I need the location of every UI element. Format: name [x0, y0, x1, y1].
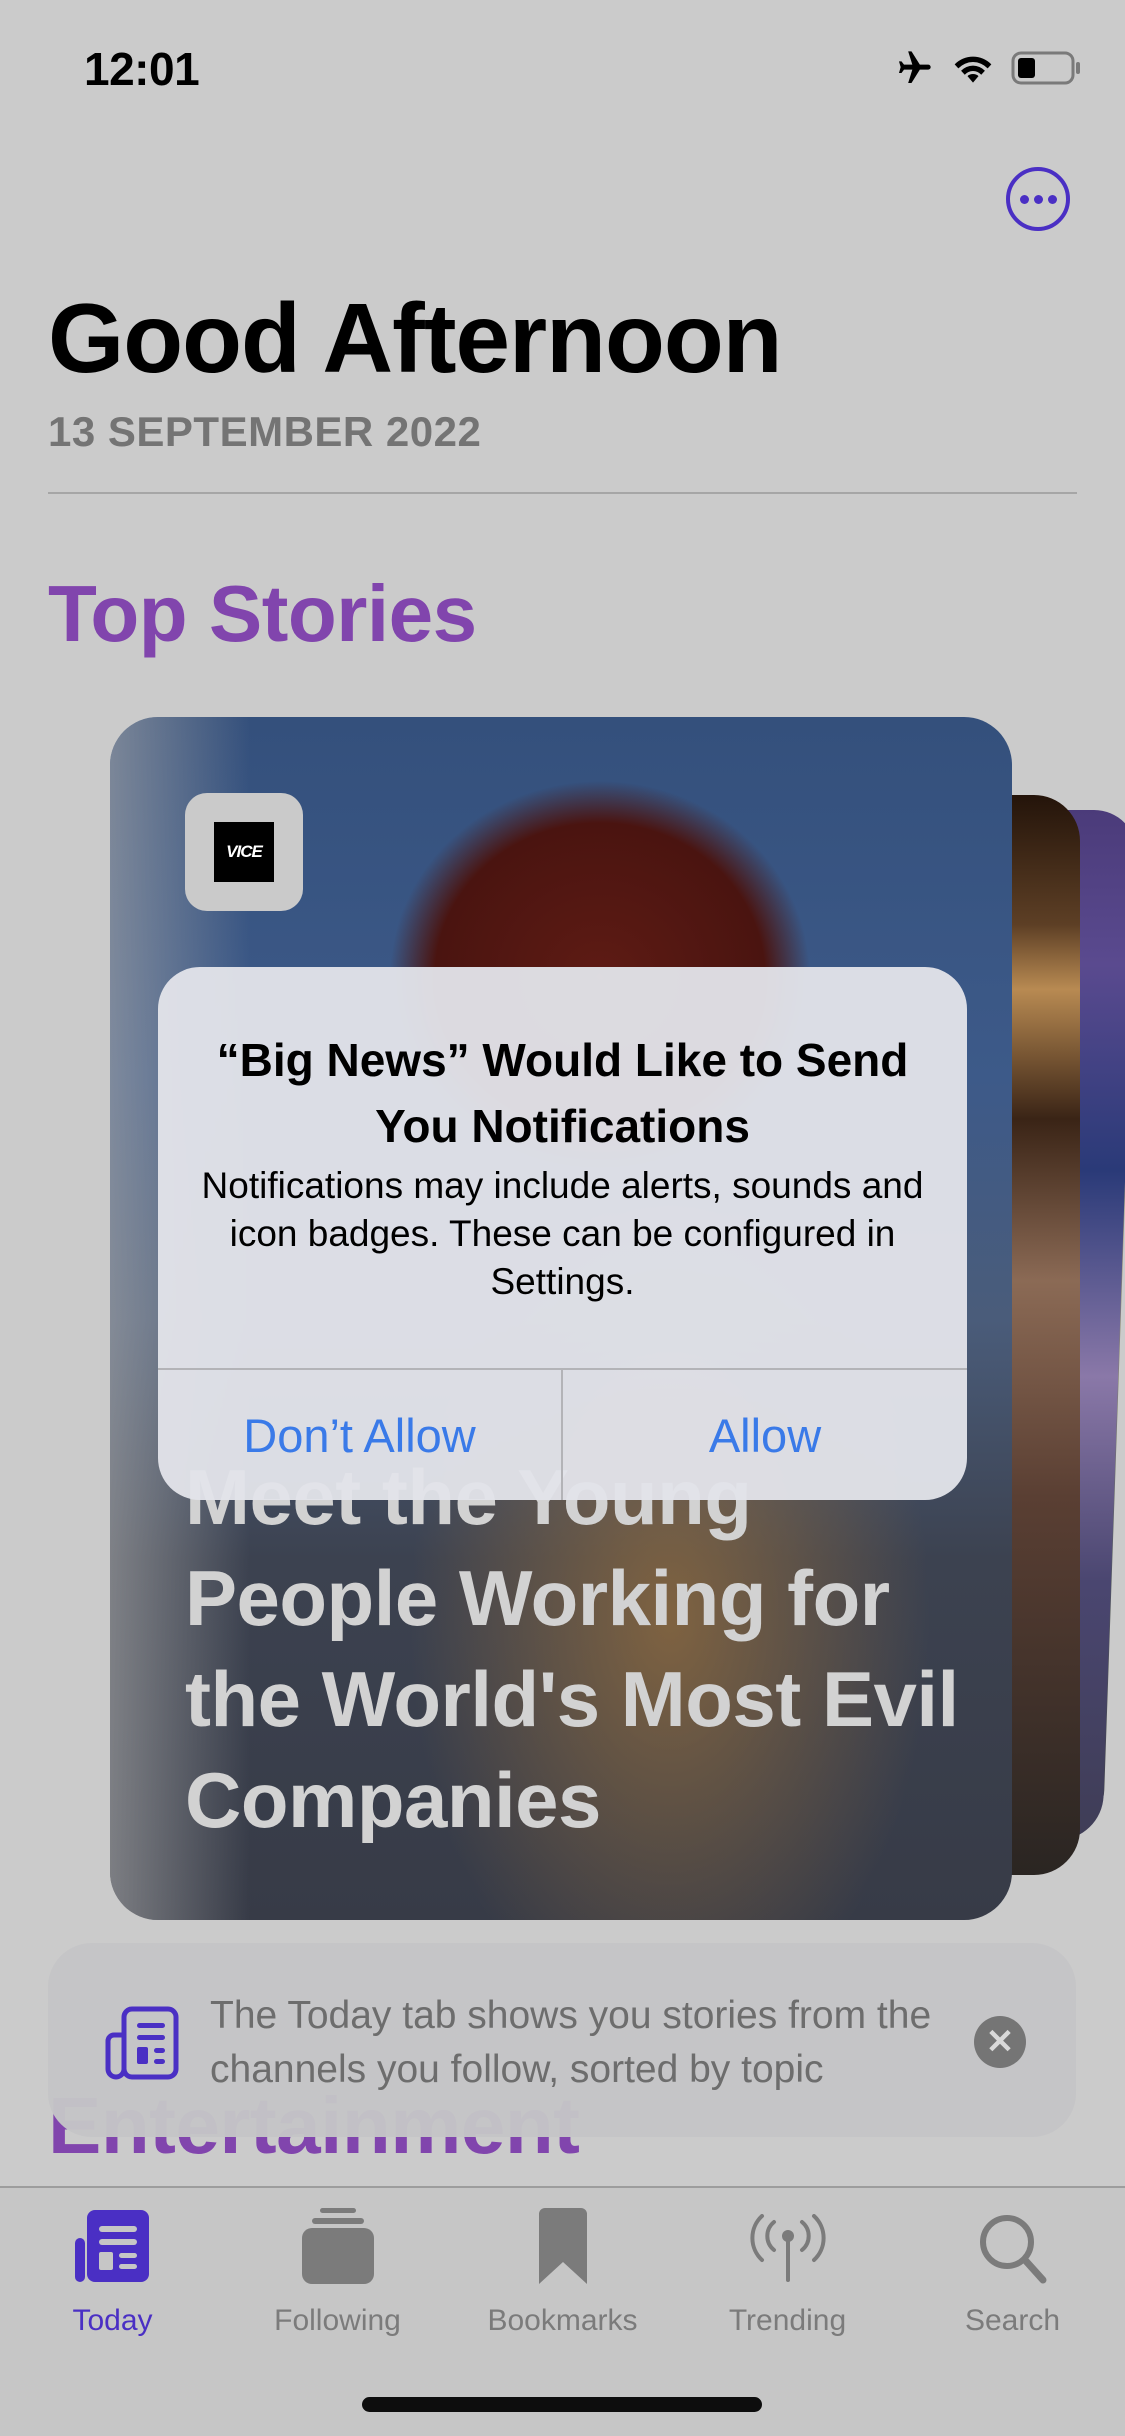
home-indicator[interactable] — [362, 2397, 762, 2412]
status-icons — [893, 48, 1083, 88]
tab-label: Following — [274, 2304, 401, 2337]
battery-icon — [1011, 51, 1083, 85]
story-headline: Meet the Young People Working for the Wo… — [185, 1453, 959, 1844]
following-icon — [301, 2206, 374, 2284]
dont-allow-button[interactable]: Don’t Allow — [158, 1370, 561, 1500]
tab-bookmarks[interactable]: Bookmarks — [450, 2206, 675, 2346]
tab-search[interactable]: Search — [900, 2206, 1125, 2346]
status-time: 12:01 — [84, 43, 200, 95]
alert-title: “Big News” Would Like to Send You Notifi… — [216, 1034, 909, 1152]
tab-today[interactable]: Today — [0, 2206, 225, 2346]
airplane-icon — [893, 48, 935, 88]
tab-label: Bookmarks — [487, 2304, 638, 2337]
tab-following[interactable]: Following — [225, 2206, 450, 2346]
allow-button[interactable]: Allow — [563, 1370, 967, 1500]
tab-label: Search — [964, 2304, 1061, 2337]
vice-logo-mark: VICE — [214, 822, 274, 882]
section-title-top-stories[interactable]: Top Stories — [48, 568, 477, 660]
search-icon — [977, 2206, 1049, 2284]
date-label: 13 SEPTEMBER 2022 — [48, 408, 482, 455]
publisher-logo: VICE — [185, 793, 303, 911]
today-icon — [73, 2206, 153, 2284]
page-title: Good Afternoon — [48, 283, 783, 393]
today-tip-banner: The Today tab shows you stories from the… — [48, 1943, 1076, 2137]
more-dot — [1019, 194, 1029, 204]
alert-message: Notifications may include alerts, sounds… — [201, 1165, 924, 1302]
trending-icon — [749, 2206, 826, 2284]
more-dot — [1033, 194, 1043, 204]
more-dot — [1047, 194, 1057, 204]
close-icon: ✕ — [985, 2023, 1015, 2061]
tab-label: Today — [72, 2304, 153, 2337]
more-button[interactable] — [1006, 167, 1070, 231]
newspaper-icon — [104, 2005, 180, 2086]
divider — [48, 492, 1077, 494]
tab-label: Trending — [728, 2304, 847, 2337]
wifi-icon — [951, 51, 995, 85]
notification-permission-alert: “Big News” Would Like to Send You Notifi… — [158, 967, 967, 1500]
tip-text: The Today tab shows you stories from the… — [210, 1994, 932, 2091]
tab-trending[interactable]: Trending — [675, 2206, 900, 2346]
close-tip-button[interactable]: ✕ — [974, 2016, 1026, 2068]
bookmark-icon — [538, 2206, 587, 2284]
